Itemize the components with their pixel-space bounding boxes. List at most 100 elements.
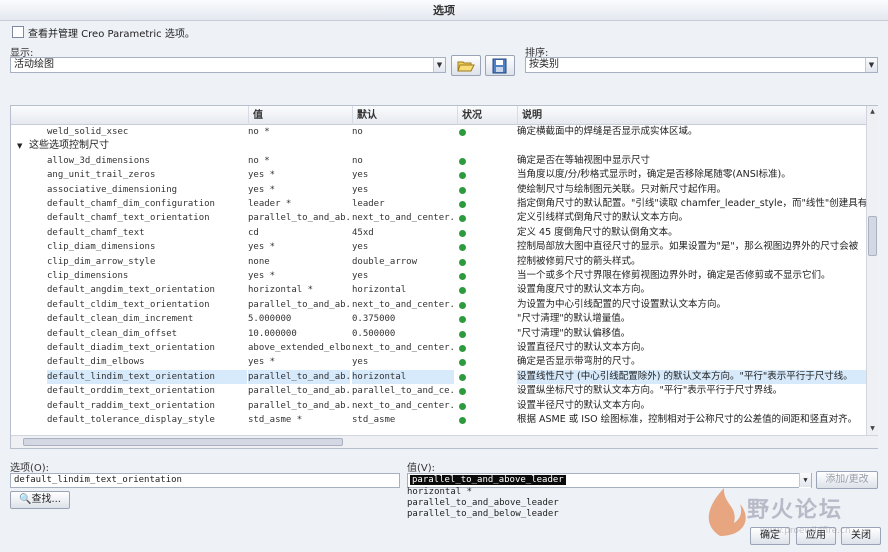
option-name: associative_dimensioning xyxy=(47,184,178,195)
option-name: default_chamf_text xyxy=(47,227,145,238)
option-input[interactable]: default_lindim_text_orientation xyxy=(10,473,400,488)
column-header-value[interactable]: 值 xyxy=(248,106,352,125)
status-dot-icon xyxy=(459,244,466,252)
table-row[interactable]: default_diadim_text_orientation above_ext… xyxy=(11,341,866,355)
group-label[interactable]: 这些选项控制尺寸 xyxy=(29,139,109,153)
value-label: 值(V): xyxy=(407,463,436,474)
option-default: next_to_and_center... xyxy=(352,299,454,310)
manage-checkbox[interactable] xyxy=(12,26,24,38)
watermark-url: www.proewildfire.cn xyxy=(760,526,851,536)
option-value: horizontal * xyxy=(248,285,314,296)
option-description: 定义引线样式倒角尺寸的默认文本方向。 xyxy=(517,212,689,224)
table-row[interactable]: default_chamf_text cd 45xd 定义 45 度倒角尺寸的默认倒角… xyxy=(11,226,866,240)
option-description: 设置半径尺寸的默认文本方向。 xyxy=(517,399,651,411)
chevron-down-icon[interactable]: ▼ xyxy=(865,58,877,72)
scroll-down-icon[interactable]: ▼ xyxy=(867,423,878,435)
display-select[interactable]: 活动绘图 ▼ xyxy=(10,57,446,73)
table-row[interactable]: default_chamf_text_orientation parallel_t… xyxy=(11,211,866,225)
find-button[interactable]: 🔍查找... xyxy=(10,491,70,509)
table-row[interactable]: ang_unit_trail_zeros yes * yes 当角度以度/分/秒格式显… xyxy=(11,168,866,182)
option-default: next_to_and_center... xyxy=(352,213,454,224)
vertical-scrollbar[interactable]: ▲ ▼ xyxy=(866,106,878,435)
option-name: clip_dimensions xyxy=(47,271,129,281)
option-value: 10.000000 xyxy=(248,328,297,339)
option-default: leader xyxy=(352,199,385,209)
option-default: 0.500000 xyxy=(352,328,396,339)
watermark-title: 野火论坛 xyxy=(747,498,844,523)
table-row[interactable]: default_clean_dim_increment 5.000000 0.375… xyxy=(11,312,866,326)
option-name: weld_solid_xsec xyxy=(47,127,129,137)
status-dot-icon xyxy=(459,201,466,208)
scroll-thumb[interactable] xyxy=(23,438,343,446)
options-table: 值 默认 状况 说明 weld_solid_xsec no * no 确定横截面中的焊… xyxy=(10,105,878,449)
table-row[interactable]: default_angdim_text_orientation horizonta… xyxy=(11,283,866,297)
group-row[interactable]: ▼ 这些选项控制尺寸 xyxy=(11,139,866,153)
table-row[interactable]: default_cldim_text_orientation parallel_t… xyxy=(11,298,866,312)
status-dot-icon xyxy=(459,215,466,223)
value-input-text: parallel_to_and_above_leader xyxy=(410,475,566,485)
table-row[interactable]: default_tolerance_display_style std_asme … xyxy=(11,413,866,427)
column-header-description[interactable]: 说明 xyxy=(517,106,866,125)
option-description: 指定倒角尺寸的默认配置。"引线"读取 chamfer_leader_style，… xyxy=(517,198,866,209)
value-option[interactable]: horizontal * xyxy=(407,487,567,498)
option-value: parallel_to_and_ab... xyxy=(248,400,350,411)
expand-caret-icon[interactable]: ▼ xyxy=(17,139,22,153)
status-dot-icon xyxy=(459,359,466,367)
table-row[interactable]: associative_dimensioning yes * yes 使绘制尺寸与绘制… xyxy=(11,183,866,197)
table-row[interactable]: default_dim_elbows yes * yes 确定是否显示带弯肘的尺寸。 xyxy=(11,355,866,369)
scroll-thumb[interactable] xyxy=(868,216,877,256)
option-default: yes xyxy=(352,184,369,195)
option-default: double_arrow xyxy=(352,256,418,267)
option-description: 为设置为中心引线配置的尺寸设置默认文本方向。 xyxy=(517,298,727,310)
value-option[interactable]: parallel_to_and_above_leader xyxy=(407,498,567,509)
option-value: none xyxy=(248,256,270,267)
value-option[interactable]: parallel_to_and_below_leader xyxy=(407,509,567,520)
save-config-button[interactable] xyxy=(485,55,515,76)
table-row[interactable]: clip_dim_arrow_style none double_arrow 控制被修… xyxy=(11,255,866,269)
watermark: 野火论坛 www.proewildfire.cn xyxy=(690,478,888,552)
option-default: yes xyxy=(352,170,369,181)
option-description: 使绘制尺寸与绘制图元关联。只对新尺寸起作用。 xyxy=(517,183,727,195)
option-default: next_to_and_center... xyxy=(352,343,454,353)
table-row[interactable]: default_orddim_text_orientation parallel_… xyxy=(11,384,866,398)
option-default: yes xyxy=(352,357,369,368)
option-value: parallel_to_and_ab... xyxy=(248,213,350,224)
value-options-list: horizontal * parallel_to_and_above_leader… xyxy=(407,487,567,520)
column-header-default[interactable]: 默认 xyxy=(352,106,457,125)
option-default: yes xyxy=(352,242,369,253)
option-description: "尺寸清理"的默认偏移值。 xyxy=(517,327,631,339)
option-description: 控制局部放大图中直径尺寸的显示。如果设置为"是"，那么视图边界外的尺寸会被 xyxy=(517,241,859,253)
table-row[interactable]: weld_solid_xsec no * no 确定横截面中的焊缝是否显示成实体区域。 xyxy=(11,125,866,139)
table-row[interactable]: default_lindim_text_orientation parallel_… xyxy=(11,369,866,385)
option-name: default_angdim_text_orientation xyxy=(47,285,215,296)
option-name: default_orddim_text_orientation xyxy=(47,386,215,397)
table-row[interactable]: default_raddim_text_orientation parallel_… xyxy=(11,399,866,413)
option-description: 确定是否显示带弯肘的尺寸。 xyxy=(517,356,641,368)
sort-select-value: 按类别 xyxy=(529,59,559,70)
horizontal-scrollbar[interactable] xyxy=(11,435,878,448)
folder-open-icon xyxy=(457,61,475,71)
option-description: 设置线性尺寸 (中心引线配置除外) 的默认文本方向。"平行"表示平行于尺寸线。 xyxy=(517,369,866,385)
option-default: next_to_and_center... xyxy=(352,400,454,411)
option-name: default_diadim_text_orientation xyxy=(47,343,215,353)
table-row[interactable]: default_clean_dim_offset 10.000000 0.50000… xyxy=(11,327,866,341)
option-default: horizontal xyxy=(352,369,454,385)
option-name: clip_dim_arrow_style xyxy=(47,256,156,267)
table-row[interactable]: clip_dimensions yes * yes 当一个或多个尺寸界限在修剪视图边界… xyxy=(11,269,866,283)
scroll-up-icon[interactable]: ▲ xyxy=(867,106,878,118)
status-dot-icon xyxy=(459,129,466,136)
sort-select[interactable]: 按类别 ▼ xyxy=(525,57,878,73)
option-default: horizontal xyxy=(352,285,407,296)
table-row[interactable]: default_chamf_dim_configuration leader * l… xyxy=(11,197,866,211)
open-config-button[interactable] xyxy=(451,55,481,76)
column-header-status[interactable]: 状况 xyxy=(457,106,517,125)
manage-options-row[interactable]: 查看并管理 Creo Parametric 选项。 xyxy=(12,25,195,40)
chevron-down-icon[interactable]: ▼ xyxy=(433,58,445,72)
table-header: 值 默认 状况 说明 xyxy=(11,106,866,125)
table-row[interactable]: clip_diam_dimensions yes * yes 控制局部放大图中直径尺寸… xyxy=(11,240,866,254)
option-description: 当一个或多个尺寸界限在修剪视图边界外时，确定是否修剪或不显示它们。 xyxy=(517,270,831,281)
option-value: yes * xyxy=(248,184,276,195)
table-row[interactable]: allow_3d_dimensions no * no 确定是否在等轴视图中显示尺寸 xyxy=(11,154,866,168)
display-select-value: 活动绘图 xyxy=(14,59,54,70)
option-value: yes * xyxy=(248,242,276,253)
